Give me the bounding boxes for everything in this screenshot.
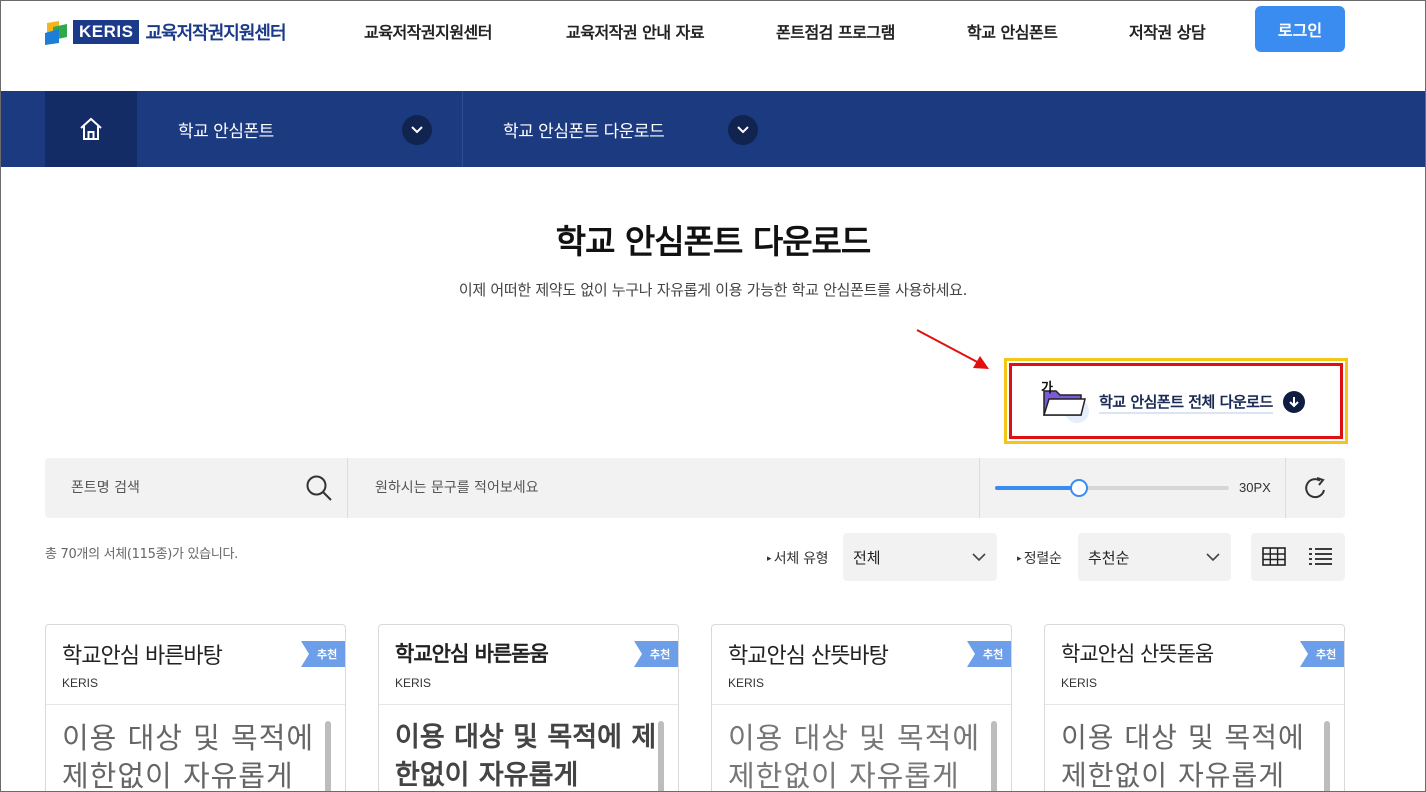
font-name-search-input[interactable] [45, 458, 347, 518]
sort-value: 추천순 [1088, 548, 1130, 567]
chevron-down-icon [1206, 553, 1220, 562]
font-card-maker: KERIS [1061, 676, 1098, 690]
preview-phrase-input[interactable] [349, 458, 979, 518]
folder-font-icon: 가 [1037, 377, 1091, 427]
page-title: 학교 안심폰트 다운로드 [555, 222, 872, 261]
sort-select[interactable]: 추천순 [1078, 533, 1231, 581]
download-all-link[interactable]: 가 학교 안심폰트 전체 다운로드 [1037, 377, 1305, 427]
home-icon [80, 117, 102, 140]
search-divider [347, 458, 348, 518]
preview-scrollbar[interactable] [325, 721, 331, 791]
font-search-bar: 30PX [45, 458, 1345, 518]
font-size-value: 30PX [1239, 480, 1271, 495]
list-view-icon[interactable] [1307, 545, 1333, 569]
font-card-preview: 이용 대상 및 목적에 제한없이 자유롭게 [728, 721, 981, 792]
folder-icon-glyph: 가 [1041, 381, 1053, 396]
nav-item-copyright-center[interactable]: 교육저작권지원센터 [364, 19, 492, 43]
font-card-preview: 이용 대상 및 목적에 제한없이 자유롭게 [62, 721, 315, 792]
preview-scrollbar[interactable] [658, 721, 664, 791]
font-card-name[interactable]: 학교안심 산뜻돋움 [1061, 638, 1214, 668]
font-card[interactable]: 학교안심 산뜻바탕 KERIS 추천 이용 대상 및 목적에 제한없이 자유롭게 [711, 624, 1012, 792]
font-card-maker: KERIS [62, 676, 99, 690]
font-card-preview: 이용 대상 및 목적에 제한없이 자유롭게 [1061, 721, 1305, 792]
recommended-badge-label: 추천 [317, 648, 338, 661]
font-card-name[interactable]: 학교안심 바른돋움 [395, 638, 549, 668]
slider-fill [995, 486, 1080, 490]
page-subtitle: 이제 어떠한 제약도 없이 누구나 자유롭게 이용 가능한 학교 안심폰트를 사… [458, 281, 968, 299]
font-card-maker: KERIS [728, 676, 765, 690]
location-bar: 학교 안심폰트 학교 안심폰트 다운로드 [1, 91, 1425, 167]
location-depth2[interactable]: 학교 안심폰트 다운로드 [503, 91, 665, 167]
type-filter-value: 전체 [853, 548, 881, 567]
depth1-dropdown-button[interactable] [402, 115, 432, 145]
font-card-header: 학교안심 바른돋움 KERIS 추천 [379, 625, 678, 705]
recommended-badge: 추천 [634, 641, 678, 667]
chevron-down-icon [972, 553, 986, 562]
font-card-header: 학교안심 산뜻돋움 KERIS 추천 [1045, 625, 1344, 705]
annotation-arrow [916, 329, 989, 369]
font-card-name[interactable]: 학교안심 산뜻바탕 [728, 638, 889, 670]
nav-item-font-check[interactable]: 폰트점검 프로그램 [776, 19, 895, 43]
type-filter-select[interactable]: 전체 [843, 533, 997, 581]
search-icon[interactable] [305, 474, 333, 506]
recommended-badge: 추천 [967, 641, 1011, 667]
login-button[interactable]: 로그인 [1255, 6, 1345, 52]
logo-mark-icon [45, 19, 71, 45]
reset-button[interactable] [1287, 458, 1345, 518]
grid-view-icon[interactable] [1261, 545, 1287, 569]
font-card-header: 학교안심 바른바탕 KERIS 추천 [46, 625, 345, 705]
logo-keris: KERIS [73, 20, 140, 44]
chevron-down-icon [411, 126, 423, 134]
nav-item-safe-fonts[interactable]: 학교 안심폰트 [967, 19, 1058, 43]
font-card-header: 학교안심 산뜻바탕 KERIS 추천 [712, 625, 1011, 705]
sort-label: 정렬순 [1017, 548, 1062, 568]
nav-item-consulting[interactable]: 저작권 상담 [1129, 19, 1206, 43]
slider-thumb[interactable] [1070, 479, 1089, 497]
chevron-down-icon [737, 126, 749, 134]
preview-scrollbar[interactable] [1324, 721, 1330, 791]
font-card-maker: KERIS [395, 676, 432, 690]
recommended-badge-label: 추천 [983, 648, 1004, 661]
type-filter-label: 서체 유형 [767, 548, 829, 568]
download-arrow-icon [1282, 391, 1305, 413]
preview-scrollbar[interactable] [991, 721, 997, 791]
view-toggle [1251, 533, 1345, 581]
recommended-badge: 추천 [301, 641, 345, 667]
font-card-name[interactable]: 학교안심 바른바탕 [62, 638, 223, 670]
recommended-badge-label: 추천 [650, 648, 671, 661]
font-card-preview: 이용 대상 및 목적에 제한없이 자유롭게 [395, 722, 657, 791]
location-depth1[interactable]: 학교 안심폰트 [178, 91, 274, 167]
font-size-slider[interactable] [995, 479, 1229, 497]
search-divider [979, 458, 980, 518]
location-divider [462, 91, 463, 167]
font-card[interactable]: 학교안심 바른돋움 KERIS 추천 이용 대상 및 목적에 제한없이 자유롭게 [378, 624, 679, 791]
nav-item-guide-materials[interactable]: 교육저작권 안내 자료 [566, 19, 705, 43]
browser-frame: KERIS 교육저작권지원센터 교육저작권지원센터 교육저작권 안내 자료 폰트… [0, 0, 1426, 792]
recommended-badge: 추천 [1300, 641, 1344, 667]
home-button[interactable] [45, 91, 137, 167]
depth2-dropdown-button[interactable] [728, 115, 758, 145]
refresh-icon [1305, 477, 1325, 499]
logo-text: 교육저작권지원센터 [145, 23, 286, 44]
font-card[interactable]: 학교안심 산뜻돋움 KERIS 추천 이용 대상 및 목적에 제한없이 자유롭게 [1044, 624, 1345, 792]
site-header: KERIS 교육저작권지원센터 교육저작권지원센터 교육저작권 안내 자료 폰트… [1, 1, 1425, 91]
font-card[interactable]: 학교안심 바른바탕 KERIS 추천 이용 대상 및 목적에 제한없이 자유롭게 [45, 624, 346, 792]
search-divider [1285, 458, 1286, 518]
download-all-label: 학교 안심폰트 전체 다운로드 [1099, 391, 1273, 414]
font-count-text: 총 70개의 서체(115종)가 있습니다. [45, 547, 238, 562]
site-logo[interactable]: KERIS 교육저작권지원센터 [45, 17, 287, 47]
recommended-badge-label: 추천 [1316, 648, 1337, 661]
